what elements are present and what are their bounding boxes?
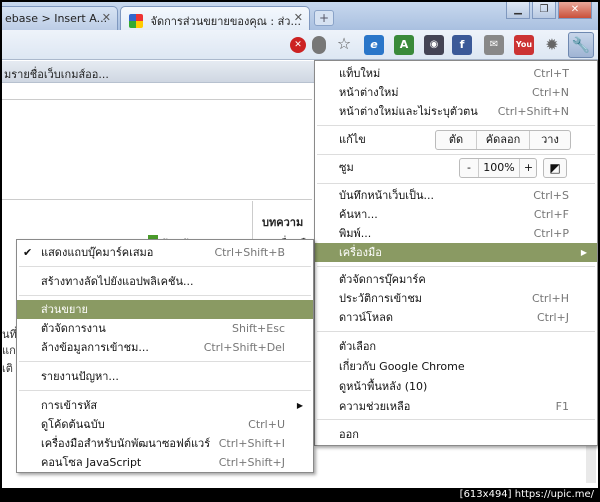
menu-item-task-manager[interactable]: ตัวจัดการงาน Shift+Esc [17,319,313,338]
restore-button[interactable]: ❐ [532,2,556,19]
menu-item-developer-tools[interactable]: เครื่องมือสำหรับนักพัฒนาซอฟต์แวร์ Ctrl+Sh… [17,434,313,453]
tab-label: ebase > Insert A... [5,12,108,25]
minimize-button[interactable]: ▁ [506,2,530,19]
stop-icon[interactable]: ✕ [290,37,306,53]
menu-item-report-issue[interactable]: รายงานปัญหา... [17,367,313,386]
paste-button[interactable]: วาง [530,131,570,149]
menu-item-history[interactable]: ประวัติการเข้าชม Ctrl+H [315,289,597,308]
checkmark-icon: ✔ [23,246,33,259]
new-tab-button[interactable]: + [314,10,334,26]
star-icon[interactable]: ☆ [334,34,354,54]
close-window-button[interactable]: ✕ [558,2,592,19]
close-tab-icon[interactable]: ✕ [294,11,303,24]
facebook-icon[interactable]: f [452,35,472,55]
left-snippet: เติ [2,362,13,375]
browser-window: ebase > Insert A... ✕ จัดการส่วนขยายของค… [2,2,598,500]
zoom-controls: - 100% + [459,158,537,178]
menu-separator [317,419,595,420]
youtube-icon[interactable]: You [514,35,534,55]
menu-item-tools[interactable]: เครื่องมือ ▶ [315,243,597,262]
tab-strip: ebase > Insert A... ✕ จัดการส่วนขยายของค… [2,2,598,30]
close-tab-icon[interactable]: ✕ [102,11,111,24]
menu-item-zoom: ซูม - 100% + ◩ [315,156,597,180]
wrench-menu: แท็บใหม่ Ctrl+T หน้าต่างใหม่ Ctrl+N หน้าต่… [314,60,598,446]
tools-submenu: ✔ แสดงแถบบุ๊คมาร์คเสมอ Ctrl+Shift+B สร้าง… [16,239,314,473]
menu-item-print[interactable]: พิมพ์... Ctrl+P [315,224,597,243]
menu-item-bookmark-manager[interactable]: ตัวจัดการบุ๊คมาร์ค [315,270,597,289]
zoom-level: 100% [483,161,515,174]
camera-icon[interactable]: ◉ [424,35,444,55]
menu-item-background-pages[interactable]: ดูหน้าพื้นหลัง (10) [315,377,597,396]
tab-inactive[interactable]: ebase > Insert A... ✕ [2,6,118,30]
menu-item-clear-browsing-data[interactable]: ล้างข้อมูลการเข้าชม... Ctrl+Shift+Del [17,338,313,357]
menu-separator [19,390,311,391]
menu-item-extensions[interactable]: ส่วนขยาย [17,300,313,319]
puzzle-favicon-icon [129,14,143,28]
menu-item-downloads[interactable]: ดาวน์โหลด Ctrl+J [315,308,597,327]
menu-separator [317,125,595,126]
wrench-icon[interactable]: 🔧 [568,32,594,58]
submenu-arrow-icon: ▶ [580,248,587,257]
menu-item-view-source[interactable]: ดูโค้ดต้นฉบับ Ctrl+U [17,415,313,434]
tab-label: จัดการส่วนขยายของคุณ : ส่ว... [150,15,301,28]
menu-item-new-window[interactable]: หน้าต่างใหม่ Ctrl+N [315,83,597,102]
page-header-text: มรายชื่อเว็บเกมส์ออ... [4,68,109,81]
menu-item-js-console[interactable]: คอนโซล JavaScript Ctrl+Shift+J [17,453,313,472]
gmail-icon[interactable]: ✉ [484,35,504,55]
menu-separator [19,266,311,267]
menu-separator [317,154,595,155]
copy-button[interactable]: คัดลอก [477,131,529,149]
divider [2,99,312,100]
menu-item-incognito[interactable]: หน้าต่างใหม่และไม่ระบุตัวตน Ctrl+Shift+N [315,102,597,121]
bulb-icon[interactable] [312,36,326,54]
cut-button[interactable]: ตัด [436,131,476,149]
fullscreen-button[interactable]: ◩ [543,158,567,178]
left-snippet: แก [2,344,16,357]
fullscreen-icon: ◩ [549,161,561,175]
gear-icon[interactable]: ✹ [542,35,562,55]
menu-item-about[interactable]: เกี่ยวกับ Google Chrome [315,357,597,376]
zoom-out-button[interactable]: - [460,159,478,177]
divider [2,199,312,200]
edit-buttons: ตัด คัดลอก วาง [435,130,571,150]
menu-item-exit[interactable]: ออก [315,425,597,444]
menu-item-save-page[interactable]: บันทึกหน้าเว็บเป็น... Ctrl+S [315,186,597,205]
menu-item-edit: แก้ไข ตัด คัดลอก วาง [315,129,597,151]
menu-item-app-shortcut[interactable]: สร้างทางลัดไปยังแอปพลิเคชัน... [17,272,313,291]
menu-separator [317,266,595,267]
menu-separator [317,331,595,332]
zoom-in-button[interactable]: + [520,159,537,177]
translate-icon[interactable]: A [394,35,414,55]
menu-item-encoding[interactable]: การเข้ารหัส ▶ [17,396,313,415]
menu-item-find[interactable]: ค้นหา... Ctrl+F [315,205,597,224]
menu-separator [19,361,311,362]
tab-active[interactable]: จัดการส่วนขยายของคุณ : ส่ว... ✕ [120,6,310,30]
side-title: บทความ [262,216,304,229]
toolbar: ✕ ☆ e A ◉ f ✉ You ✹ 🔧 [2,30,598,60]
menu-item-help[interactable]: ความช่วยเหลือ F1 [315,397,597,416]
menu-item-options[interactable]: ตัวเลือก [315,337,597,356]
menu-separator [19,295,311,296]
ie-icon[interactable]: e [364,35,384,55]
menu-item-new-tab[interactable]: แท็บใหม่ Ctrl+T [315,64,597,83]
menu-item-bookmark-bar[interactable]: ✔ แสดงแถบบุ๊คมาร์คเสมอ Ctrl+Shift+B [17,243,313,262]
menu-separator [317,183,595,184]
watermark: [613x494] https://upic.me/ [0,488,600,502]
submenu-arrow-icon: ▶ [296,401,303,410]
